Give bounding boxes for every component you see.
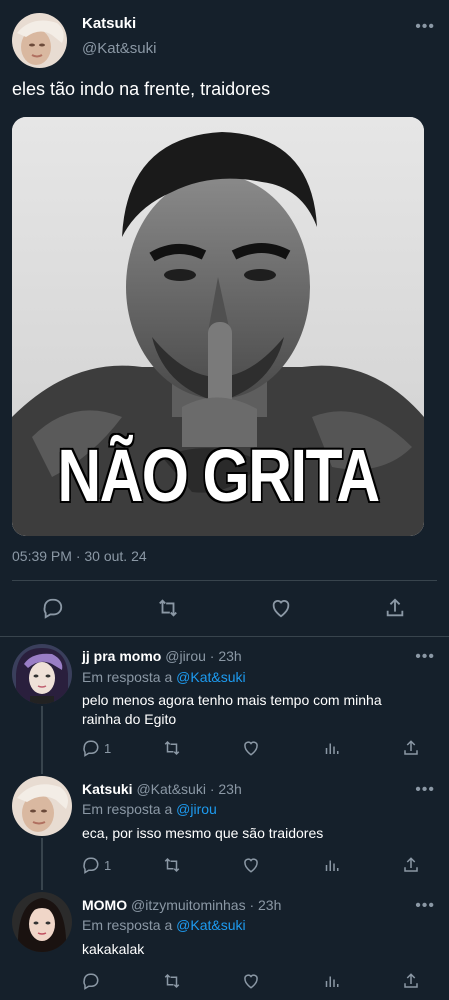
divider	[0, 636, 449, 637]
tweet-image[interactable]: NÃO GRITA	[12, 117, 424, 536]
avatar[interactable]	[12, 892, 72, 952]
tweet-timestamp[interactable]: 05:39 PM · 30 out. 24	[12, 548, 147, 564]
like-icon[interactable]	[270, 597, 292, 619]
author-name[interactable]: Katsuki	[82, 15, 136, 32]
author-handle-time: @Kat&suki · 23h	[136, 781, 242, 797]
more-icon[interactable]: •••	[415, 649, 435, 665]
reply-icon[interactable]	[82, 972, 100, 990]
reply-count: 1	[104, 740, 112, 756]
in-reply-to: Em resposta a @Kat&suki	[82, 669, 246, 685]
views-icon[interactable]	[322, 972, 340, 990]
reply-text: kakakalak	[82, 940, 422, 959]
reply-text: pelo menos agora tenho mais tempo com mi…	[82, 691, 422, 729]
reply-text-line: pelo menos agora tenho mais tempo com mi…	[82, 692, 382, 708]
author-handle-time: @itzymuitominhas · 23h	[131, 897, 282, 913]
in-reply-to: Em resposta a @Kat&suki	[82, 917, 246, 933]
reply-actions: 1	[0, 855, 449, 877]
share-icon[interactable]	[402, 739, 420, 757]
author-handle[interactable]: @Kat&suki	[82, 40, 156, 57]
reply-text-line: kakakalak	[82, 941, 145, 957]
share-icon[interactable]	[402, 972, 420, 990]
tweet-text: eles tão indo na frente, traidores	[12, 79, 271, 99]
avatar[interactable]	[12, 776, 72, 836]
like-icon[interactable]	[242, 972, 260, 990]
reply-actions	[0, 971, 449, 993]
more-icon[interactable]: •••	[415, 19, 435, 35]
mention-link[interactable]: @Kat&suki	[176, 917, 245, 933]
reply-text-line: rainha do Egito	[82, 711, 177, 727]
retweet-icon[interactable]	[156, 597, 180, 619]
reply-author[interactable]: Katsuki @Kat&suki · 23h	[82, 781, 242, 797]
author-name[interactable]: Katsuki	[82, 781, 133, 797]
avatar[interactable]	[12, 13, 67, 68]
reply-icon[interactable]: 1	[82, 856, 111, 874]
in-reply-prefix: Em resposta a	[82, 669, 173, 685]
more-icon[interactable]: •••	[415, 898, 435, 914]
views-icon[interactable]	[322, 739, 340, 757]
reply-text-line: eca, por isso mesmo que são traidores	[82, 825, 324, 841]
retweet-icon[interactable]	[162, 972, 182, 990]
reply-text: eca, por isso mesmo que são traidores	[82, 824, 422, 843]
mention-link[interactable]: @Kat&suki	[176, 669, 245, 685]
reply-count: 1	[104, 857, 112, 873]
author-name[interactable]: jj pra momo	[82, 648, 161, 664]
author-handle-time: @jirou · 23h	[165, 648, 242, 664]
reply-icon[interactable]: 1	[82, 739, 111, 757]
retweet-icon[interactable]	[162, 856, 182, 874]
like-icon[interactable]	[242, 856, 260, 874]
in-reply-prefix: Em resposta a	[82, 917, 173, 933]
in-reply-to: Em resposta a @jirou	[82, 801, 217, 817]
reply-author[interactable]: jj pra momo @jirou · 23h	[82, 648, 242, 664]
views-icon[interactable]	[322, 856, 340, 874]
like-icon[interactable]	[242, 739, 260, 757]
share-icon[interactable]	[384, 597, 406, 619]
reply-icon[interactable]	[42, 597, 64, 619]
share-icon[interactable]	[402, 856, 420, 874]
meme-caption: NÃO GRITA	[56, 433, 381, 519]
mention-link[interactable]: @jirou	[176, 801, 217, 817]
divider	[12, 580, 437, 581]
avatar[interactable]	[12, 644, 72, 704]
reply-author[interactable]: MOMO @itzymuitominhas · 23h	[82, 897, 281, 913]
more-icon[interactable]: •••	[415, 782, 435, 798]
reply-actions: 1	[0, 738, 449, 760]
in-reply-prefix: Em resposta a	[82, 801, 173, 817]
retweet-icon[interactable]	[162, 739, 182, 757]
author-name[interactable]: MOMO	[82, 897, 127, 913]
tweet-actions	[0, 594, 449, 622]
